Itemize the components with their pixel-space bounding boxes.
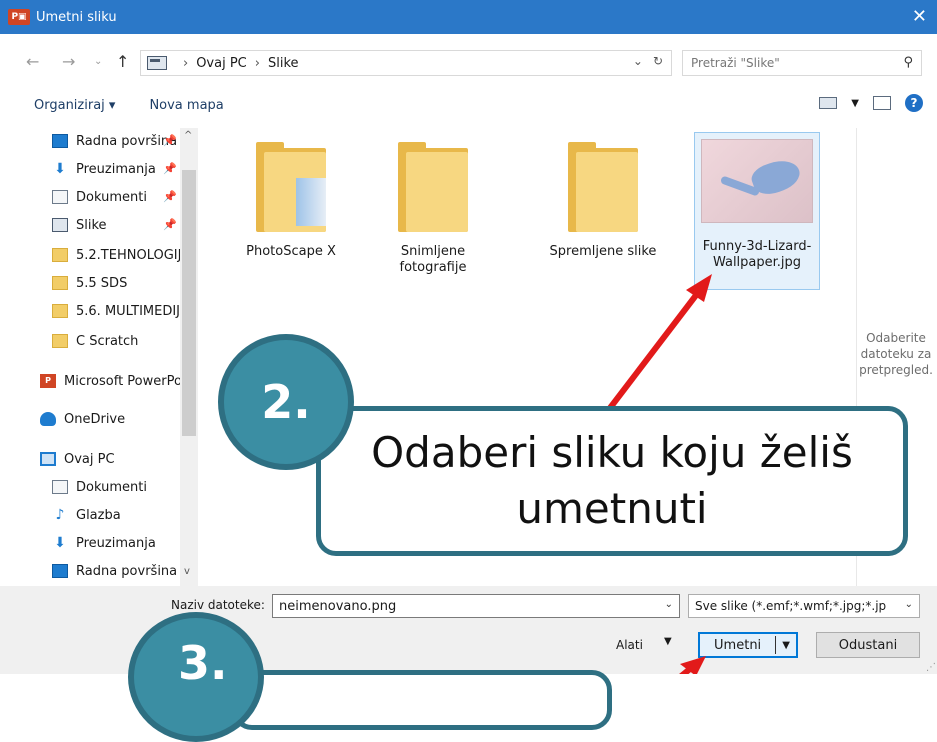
document-icon [52, 190, 68, 204]
instruction-callout-3 [232, 670, 612, 730]
close-icon[interactable]: ✕ [912, 6, 927, 27]
download-icon: ⬇ [54, 535, 66, 551]
download-icon: ⬇ [54, 161, 66, 177]
file-item-folder[interactable]: Snimljene fotografije [370, 128, 496, 276]
step-badge: 2. [218, 334, 354, 470]
scroll-up-icon[interactable]: ^ [184, 130, 192, 141]
refresh-icon[interactable]: ↻ [653, 54, 663, 68]
file-item-image-selected[interactable]: Funny-3d-Lizard-Wallpaper.jpg [694, 132, 820, 290]
folder-icon [52, 276, 68, 290]
sidebar-item-onedrive[interactable]: OneDrive [40, 408, 180, 430]
chevron-down-icon[interactable]: ⌄ [905, 599, 913, 610]
up-arrow-icon[interactable]: ↑ [116, 52, 129, 71]
sidebar-item-downloads[interactable]: ⬇ Preuzimanja [52, 532, 192, 554]
navigation-pane: Radna površina 📌 ⬇ Preuzimanja 📌 Dokumen… [0, 128, 198, 586]
file-name: Snimljene fotografije [399, 244, 467, 275]
address-row: ← → ⌄ ↑ › Ovaj PC › Slike ⌄ ↻ Pretraži "… [0, 48, 937, 78]
search-icon: ⚲ [903, 55, 913, 70]
folder-icon [398, 142, 468, 232]
address-bar[interactable]: › Ovaj PC › Slike ⌄ ↻ [140, 50, 672, 76]
folder-icon [256, 142, 326, 232]
search-input[interactable]: Pretraži "Slike" ⚲ [682, 50, 922, 76]
pin-icon[interactable]: 📌 [163, 134, 177, 147]
music-icon: ♪ [55, 507, 65, 523]
toolbar: Organiziraj ▾ Nova mapa ▼ ? [0, 90, 937, 120]
change-view-icon[interactable] [819, 97, 838, 109]
folder-icon [52, 304, 68, 318]
file-name: Funny-3d-Lizard-Wallpaper.jpg [702, 239, 812, 270]
image-thumbnail [701, 139, 813, 223]
filename-input[interactable]: neimenovano.png ⌄ [272, 594, 680, 618]
forward-arrow-icon[interactable]: → [62, 52, 75, 71]
help-icon[interactable]: ? [905, 94, 923, 112]
step-badge-3: 3. [128, 612, 264, 742]
breadcrumb-ovaj-pc[interactable]: Ovaj PC [196, 56, 247, 71]
back-arrow-icon[interactable]: ← [26, 52, 39, 71]
sidebar-item-desktop[interactable]: Radna površina [52, 560, 192, 582]
pictures-icon [52, 218, 68, 232]
pc-icon [40, 452, 56, 466]
sidebar-item-folder[interactable]: 5.2.TEHNOLOGIJA [52, 244, 192, 266]
pin-icon[interactable]: 📌 [163, 218, 177, 231]
filename-label: Naziv datoteke: [171, 598, 265, 612]
sidebar-item-powerpoint[interactable]: P Microsoft PowerPoint [40, 370, 180, 392]
sidebar-item-folder[interactable]: 5.6. MULTIMEDIJA [52, 300, 192, 322]
onedrive-icon [40, 412, 56, 426]
breadcrumb-slike[interactable]: Slike [268, 56, 299, 71]
document-icon [52, 480, 68, 494]
search-placeholder: Pretraži "Slike" [691, 56, 780, 70]
window-title: Umetni sliku [36, 9, 117, 25]
chevron-right-icon: › [254, 55, 260, 71]
tools-chevron-down-icon[interactable]: ▼ [664, 636, 672, 647]
pin-icon[interactable]: 📌 [163, 162, 177, 175]
file-item-folder[interactable]: Spremljene slike [540, 128, 666, 260]
new-folder-button[interactable]: Nova mapa [149, 98, 223, 113]
chevron-down-icon[interactable]: ⌄ [665, 599, 673, 610]
insert-dropdown-icon[interactable]: ▼ [776, 640, 796, 651]
scroll-down-icon[interactable]: v [184, 566, 190, 577]
sidebar-item-documents[interactable]: Dokumenti [52, 476, 192, 498]
organize-button[interactable]: Organiziraj ▾ [34, 98, 115, 113]
folder-icon [52, 334, 68, 348]
preview-pane-icon[interactable] [873, 96, 891, 110]
powerpoint-logo-icon: P ▣ [8, 9, 30, 25]
address-dropdown-icon[interactable]: ⌄ [633, 54, 643, 68]
filetype-select[interactable]: Sve slike (*.emf;*.wmf;*.jpg;*.jp ⌄ [688, 594, 920, 618]
desktop-icon [52, 134, 68, 148]
view-chevron-down-icon[interactable]: ▼ [851, 98, 859, 109]
pin-icon[interactable]: 📌 [163, 190, 177, 203]
file-name: PhotoScape X [246, 244, 336, 259]
file-name: Spremljene slike [549, 244, 657, 259]
folder-icon [568, 142, 638, 232]
recent-chevron-down-icon[interactable]: ⌄ [94, 56, 102, 67]
pc-location-icon [147, 56, 167, 70]
insert-button[interactable]: Umetni ▼ [698, 632, 798, 658]
tools-button[interactable]: Alati [616, 638, 643, 652]
chevron-right-icon: › [183, 55, 189, 71]
powerpoint-icon: P [40, 374, 56, 388]
desktop-icon [52, 564, 68, 578]
cancel-button[interactable]: Odustani [816, 632, 920, 658]
sidebar-scroll-thumb[interactable] [182, 170, 196, 436]
preview-pane-text: Odaberite datoteku za pretpregled. [859, 331, 933, 377]
instruction-callout: Odaberi sliku koju želiš umetnuti [316, 406, 908, 556]
file-item-folder[interactable]: PhotoScape X [228, 128, 354, 260]
resize-grip-icon[interactable]: ⋰ [926, 662, 936, 673]
sidebar-item-folder[interactable]: 5.5 SDS [52, 272, 192, 294]
folder-icon [52, 248, 68, 262]
sidebar-item-this-pc[interactable]: Ovaj PC [40, 448, 180, 470]
sidebar-item-folder[interactable]: C Scratch [52, 330, 192, 352]
title-bar: P ▣ Umetni sliku ✕ [0, 0, 937, 34]
sidebar-item-music[interactable]: ♪ Glazba [52, 504, 192, 526]
